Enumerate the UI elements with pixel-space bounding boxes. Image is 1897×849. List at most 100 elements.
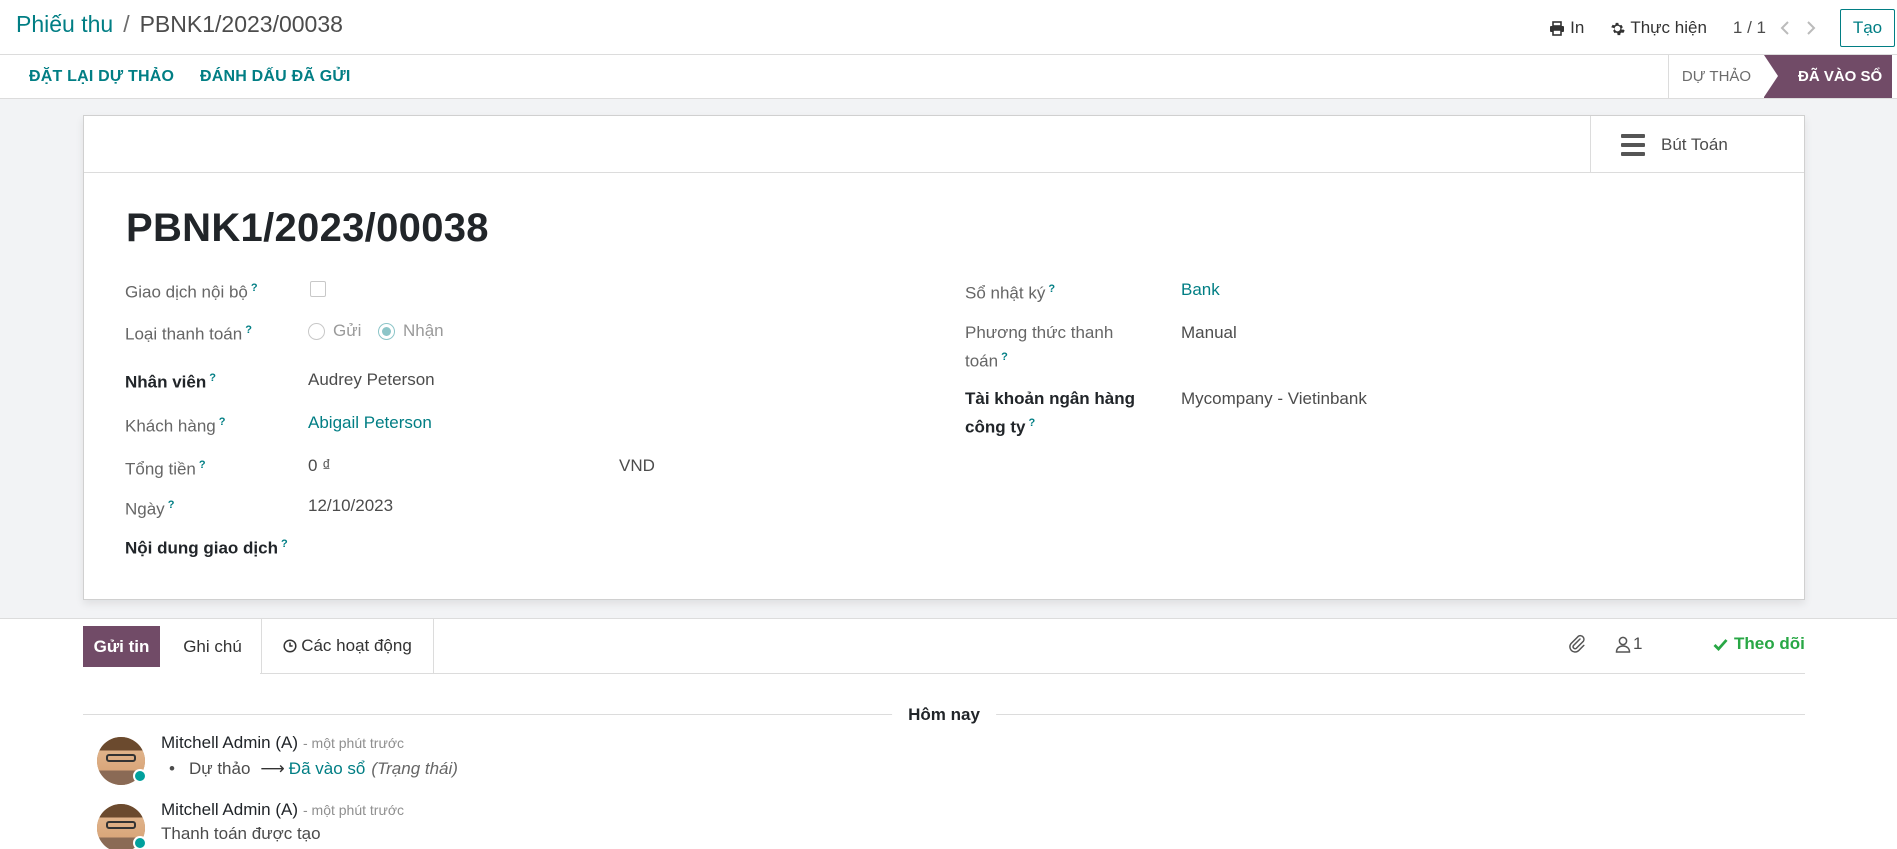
help-icon[interactable]: ? <box>168 499 175 511</box>
check-icon <box>1713 638 1728 651</box>
online-status-dot <box>133 836 147 849</box>
payment-type-outbound-radio[interactable]: Gửi <box>308 321 361 341</box>
avatar[interactable] <box>97 804 147 849</box>
help-icon[interactable]: ? <box>209 372 216 384</box>
payment-type-inbound-radio[interactable]: Nhận <box>378 321 444 341</box>
create-button[interactable]: Tạo <box>1840 9 1895 47</box>
bars-icon <box>1621 133 1645 156</box>
action-menu-label: Thực hiện <box>1630 18 1707 37</box>
gear-icon <box>1611 22 1626 35</box>
breadcrumb-parent-link[interactable]: Phiếu thu <box>16 11 113 38</box>
radio-label: Nhận <box>403 321 444 340</box>
message-header: Mitchell Admin (A) - một phút trước <box>161 733 404 753</box>
followers-count: 1 <box>1633 634 1643 653</box>
tracking-old-value: Dự thảo <box>188 759 251 778</box>
mark-as-sent-button[interactable]: ĐÁNH DẤU ĐÃ GỬI <box>200 68 351 86</box>
internal-transfer-label: Giao dịch nội bộ? <box>125 282 258 302</box>
amount-label: Tổng tiền? <box>125 459 206 479</box>
message-body: Thanh toán được tạo <box>161 824 321 843</box>
date-separator: Hôm nay <box>83 705 1805 725</box>
journal-entries-smart-button[interactable]: Bút Toán <box>1590 116 1804 173</box>
status-draft[interactable]: DỰ THẢO <box>1668 55 1764 98</box>
chevron-right-icon <box>1807 21 1816 35</box>
company-bank-field[interactable]: Mycompany - Vietinbank <box>1181 386 1367 411</box>
payment-method-field[interactable]: Manual <box>1181 320 1237 345</box>
journal-entries-label: Bút Toán <box>1661 134 1728 154</box>
memo-field[interactable] <box>308 532 728 557</box>
followers-button[interactable]: 1 <box>1615 634 1642 654</box>
online-status-dot <box>133 769 147 783</box>
pager-nav <box>1780 21 1816 35</box>
help-icon[interactable]: ? <box>1028 417 1035 429</box>
control-panel: Phiếu thu / PBNK1/2023/00038 In Thực hiệ… <box>0 0 1897 99</box>
print-label: In <box>1570 18 1585 37</box>
form-sheet: Bút Toán PBNK1/2023/00038 Giao dịch nội … <box>83 115 1805 600</box>
breadcrumb: Phiếu thu / PBNK1/2023/00038 <box>16 11 343 38</box>
attachment-button[interactable] <box>1568 634 1586 654</box>
avatar[interactable] <box>97 737 147 785</box>
message-time: - một phút trước <box>302 802 405 818</box>
message-author[interactable]: Mitchell Admin (A) <box>161 800 298 819</box>
breadcrumb-current: PBNK1/2023/00038 <box>139 11 343 37</box>
memo-label: Nội dung giao dịch? <box>125 538 288 558</box>
message-header: Mitchell Admin (A) - một phút trước <box>161 800 404 820</box>
radio-label: Gửi <box>333 321 362 340</box>
tracking-value: • Dự thảo ⟶ Đã vào sổ (Trạng thái) <box>161 759 458 779</box>
employee-field[interactable]: Audrey Peterson <box>308 367 435 392</box>
user-icon <box>1615 636 1631 653</box>
pager-previous-button[interactable] <box>1780 21 1790 35</box>
date-separator-label: Hôm nay <box>892 705 996 725</box>
divider <box>260 673 1805 674</box>
company-bank-label: Tài khoản ngân hàng công ty? <box>965 389 1136 437</box>
follow-label: Theo dõi <box>1734 634 1805 653</box>
date-label: Ngày? <box>125 499 175 519</box>
control-panel-right: In Thực hiện 1 / 1 Tạo <box>1549 9 1897 47</box>
employee-label: Nhân viên? <box>125 372 216 392</box>
bullet: • <box>169 759 175 778</box>
print-icon <box>1550 20 1565 36</box>
help-icon[interactable]: ? <box>281 538 288 550</box>
divider <box>0 54 1897 55</box>
reset-to-draft-button[interactable]: ĐẶT LẠI DỰ THẢO <box>29 68 174 86</box>
chevron-left-icon <box>1780 21 1789 35</box>
action-menu-button[interactable]: Thực hiện <box>1610 18 1707 38</box>
help-icon[interactable]: ? <box>199 459 206 471</box>
message-time: - một phút trước <box>302 735 405 751</box>
internal-transfer-checkbox[interactable] <box>310 281 326 297</box>
payment-type-label: Loại thanh toán? <box>125 324 252 344</box>
currency-field[interactable]: VND <box>619 453 655 478</box>
arrow-right-icon: ⟶ <box>260 759 285 778</box>
help-icon[interactable]: ? <box>251 282 258 294</box>
customer-field[interactable]: Abigail Peterson <box>308 410 432 435</box>
follow-button[interactable]: Theo dõi <box>1713 634 1805 654</box>
tracking-new-value: Đã vào sổ <box>288 759 366 778</box>
paperclip-icon <box>1569 634 1585 653</box>
message-item: Mitchell Admin (A) - một phút trước Thanh… <box>97 800 404 849</box>
customer-label: Khách hàng? <box>125 416 226 436</box>
chatter: Gửi tin Ghi chú Các hoạt động 1 Theo dõi… <box>0 618 1897 849</box>
clock-icon <box>283 638 297 653</box>
record-title: PBNK1/2023/00038 <box>126 206 489 250</box>
help-icon[interactable]: ? <box>1001 351 1008 363</box>
send-message-button[interactable]: Gửi tin <box>83 626 160 667</box>
help-icon[interactable]: ? <box>219 416 226 428</box>
payment-method-label: Phương thức thanh toán? <box>965 323 1114 371</box>
journal-field[interactable]: Bank <box>1181 277 1220 302</box>
print-button[interactable]: In <box>1549 18 1584 38</box>
message-item: Mitchell Admin (A) - một phút trước • Dự t… <box>97 733 458 785</box>
journal-label: Sổ nhật ký? <box>965 283 1056 303</box>
activities-button[interactable]: Các hoạt động <box>261 618 434 673</box>
status-posted[interactable]: ĐÃ VÀO SỔ <box>1764 55 1892 98</box>
pager-value[interactable]: 1 / 1 <box>1733 18 1766 38</box>
radio-circle-checked <box>378 322 395 340</box>
message-author[interactable]: Mitchell Admin (A) <box>161 733 298 752</box>
tracking-field-name: (Trạng thái) <box>371 759 458 778</box>
status-bar: DỰ THẢO ĐÃ VÀO SỔ <box>1668 55 1892 98</box>
amount-field[interactable]: 0 ₫ <box>308 453 331 478</box>
help-icon[interactable]: ? <box>1048 283 1055 295</box>
activities-label: Các hoạt động <box>301 635 412 655</box>
date-field[interactable]: 12/10/2023 <box>308 493 393 518</box>
help-icon[interactable]: ? <box>245 324 252 336</box>
log-note-button[interactable]: Ghi chú <box>165 626 260 667</box>
pager-next-button[interactable] <box>1806 21 1816 35</box>
